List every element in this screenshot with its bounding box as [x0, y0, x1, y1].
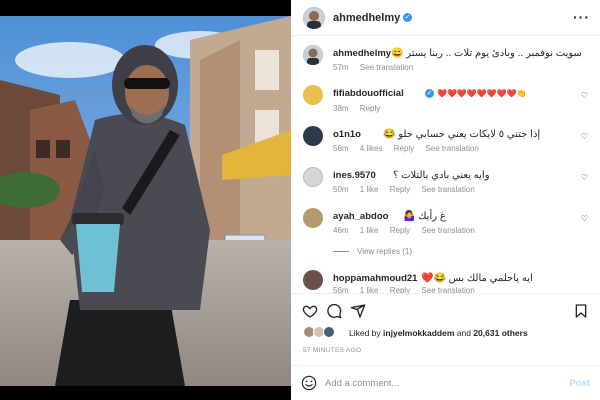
comment-avatar[interactable]	[303, 270, 323, 290]
caption-text: سويت نوفمبر .. وبادئ يوم تلات .. ربنا يس…	[391, 48, 582, 59]
comment-avatar[interactable]	[303, 208, 323, 228]
liked-by-text: Liked by injyelmokkaddem and 20,631 othe…	[349, 328, 528, 338]
bookmark-icon[interactable]	[573, 303, 589, 319]
comment-text: إذا جتني ٥ لايكات يعني حسابي حلو 😂	[383, 129, 541, 140]
verified-badge-icon: ✓	[403, 13, 412, 22]
caption-meta: 57m See translation	[333, 63, 422, 72]
comment-like-heart-icon[interactable]: ♡	[581, 132, 588, 141]
comment-avatar[interactable]	[303, 126, 323, 146]
liked-by-user[interactable]: injyelmokkaddem	[383, 328, 454, 338]
comment-like-heart-icon[interactable]: ♡	[581, 173, 588, 182]
comment-reply[interactable]: Reply	[360, 104, 380, 113]
comment-avatar[interactable]	[303, 167, 323, 187]
liked-by-middle: and	[456, 328, 471, 338]
post-photo[interactable]	[0, 0, 291, 400]
author-username[interactable]: ahmedhelmy	[333, 12, 400, 24]
comment-like-heart-icon[interactable]: ♡	[581, 91, 588, 100]
more-options-icon[interactable]: ···	[573, 9, 590, 25]
add-comment-bar: Post	[291, 365, 600, 400]
share-icon[interactable]	[350, 303, 366, 319]
comment-username[interactable]: fifiabdouofficial	[333, 88, 404, 99]
comment-reply[interactable]: Reply	[394, 144, 414, 153]
comment-icon[interactable]	[326, 303, 342, 319]
comment-avatar[interactable]	[303, 85, 323, 105]
comment-likes[interactable]: 4 likes	[360, 144, 383, 153]
post-button[interactable]: Post	[569, 378, 590, 389]
action-bar	[291, 293, 600, 325]
post-photo-illustration	[0, 0, 291, 400]
comment-username[interactable]: hoppamahmoud21	[333, 273, 417, 284]
comment-time: 46m	[333, 226, 349, 235]
comment-time: 38m	[333, 104, 349, 113]
comment-time: 56m	[333, 144, 349, 153]
comment-meta: 50m 1 like Reply See translation	[333, 185, 484, 194]
comment-meta: 38m Reply	[333, 104, 389, 113]
comment-see-translation[interactable]: See translation	[421, 185, 474, 194]
caption-username[interactable]: ahmedhelmy	[333, 48, 391, 59]
caption-avatar[interactable]	[303, 45, 323, 65]
comment-likes[interactable]: 1 like	[360, 226, 379, 235]
comment-time: 50m	[333, 185, 349, 194]
view-replies-divider	[333, 251, 349, 253]
caption-see-translation[interactable]: See translation	[360, 63, 413, 72]
comment-meta: 56m 4 likes Reply See translation	[333, 144, 488, 153]
comment-username[interactable]: ines.9570	[333, 170, 376, 181]
comment-input[interactable]	[325, 375, 545, 391]
comment-see-translation[interactable]: See translation	[425, 144, 478, 153]
liked-by-row: Liked by injyelmokkaddem and 20,631 othe…	[303, 325, 598, 343]
comment-text: وايه يعني بادي بالتلات ؟	[393, 170, 490, 181]
verified-badge-icon: ✓	[425, 89, 434, 98]
comment-reply[interactable]: Reply	[390, 226, 410, 235]
comment-username[interactable]: ayah_abdoo	[333, 211, 388, 222]
comment-username[interactable]: o1n1o	[333, 129, 361, 140]
heart-icon[interactable]	[302, 303, 318, 319]
comment-like-heart-icon[interactable]: ♡	[581, 214, 588, 223]
comment-text: 🤷‍♀️ غ رأيك	[403, 211, 446, 222]
emoji-icon[interactable]	[301, 375, 317, 391]
comment-reply[interactable]: Reply	[390, 185, 410, 194]
view-replies-label: View replies (1)	[357, 247, 412, 256]
liked-by-count[interactable]: 20,631 others	[473, 328, 527, 338]
comment-text: ايه ياحلمي مالك بس 😂❤️	[421, 273, 533, 284]
comment-text: ❤️❤️❤️❤️❤️❤️❤️❤️👏	[437, 89, 527, 98]
post-header: ahmedhelmy ✓ ···	[291, 0, 600, 36]
post-panel: ahmedhelmy ✓ ··· ahmedhelmy سويت نوفمبر …	[291, 0, 600, 400]
liker-avatar	[323, 326, 335, 338]
liked-by-prefix: Liked by	[349, 328, 381, 338]
comment-see-translation[interactable]: See translation	[421, 226, 474, 235]
view-replies-link[interactable]: View replies (1)	[333, 247, 412, 256]
comment-likes[interactable]: 1 like	[360, 185, 379, 194]
comment-meta: 46m 1 like Reply See translation	[333, 226, 484, 235]
post-timestamp: 57 MINUTES AGO	[303, 347, 362, 354]
author-avatar[interactable]	[303, 7, 325, 29]
caption-time: 57m	[333, 63, 349, 72]
